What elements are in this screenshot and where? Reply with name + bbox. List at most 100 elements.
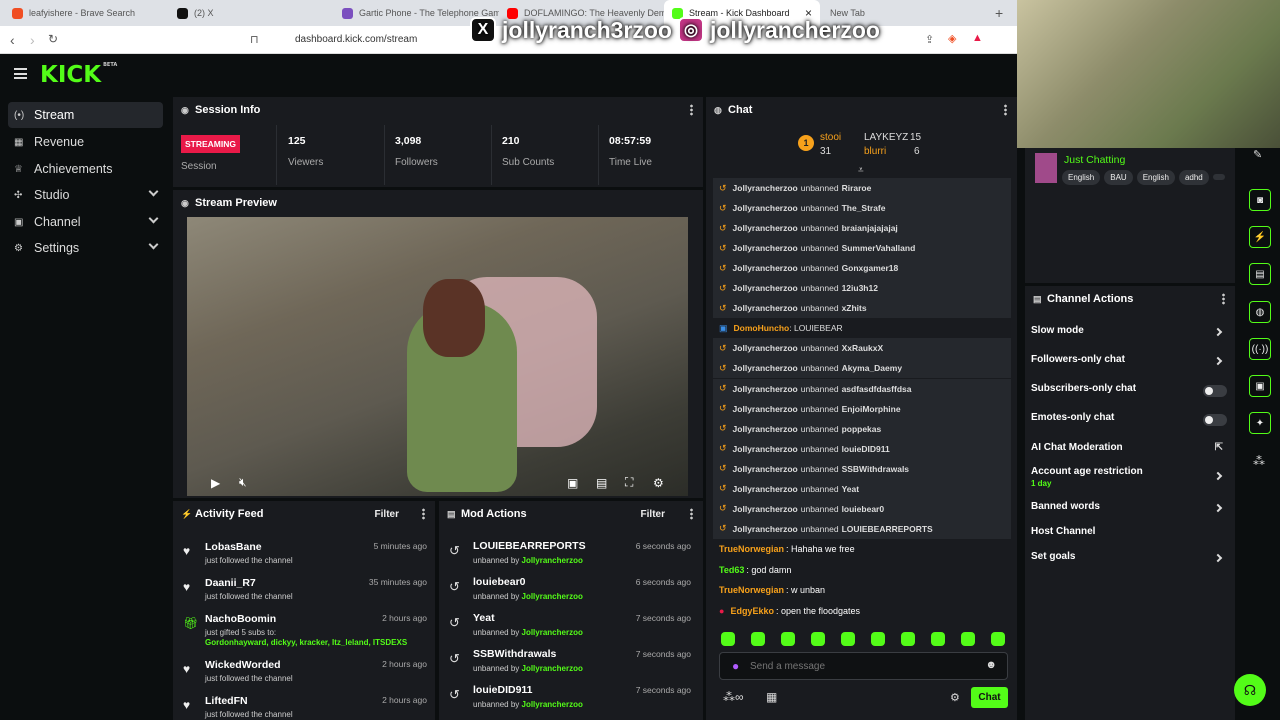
emote-icon[interactable] <box>871 632 885 646</box>
slow-mode-row[interactable]: Slow mode <box>1031 325 1227 345</box>
store-icon[interactable]: ▦ <box>766 690 777 704</box>
theater-icon[interactable]: ▤ <box>596 476 607 490</box>
kebab-menu-icon[interactable] <box>422 508 425 520</box>
feed-user[interactable]: LiftedFN <box>205 695 248 707</box>
mod-target[interactable]: louiebear0 <box>473 576 526 588</box>
play-icon[interactable]: ▶ <box>211 476 220 490</box>
back-icon[interactable]: ‹ <box>10 32 15 48</box>
chat-username[interactable]: Ted63 <box>719 565 744 575</box>
emote-icon[interactable] <box>721 632 735 646</box>
chat-target[interactable]: Akyma_Daemy <box>842 363 902 373</box>
chat-target[interactable]: SummerVahalland <box>842 243 916 253</box>
wrench-icon[interactable]: ✦ <box>1249 412 1271 434</box>
gear-icon[interactable]: ⚙ <box>653 476 664 490</box>
notes-icon[interactable]: ▤ <box>1249 263 1271 285</box>
chat-username[interactable]: TrueNorwegian <box>719 544 784 554</box>
mod-user[interactable]: Jollyrancherzoo <box>522 700 583 709</box>
rewards-icon[interactable]: ▲ <box>972 32 983 44</box>
gift-recipients[interactable]: Gordonhayward, dickyy, kracker, Itz_lela… <box>205 638 407 647</box>
chat-actor[interactable]: Jollyrancherzoo <box>733 343 798 353</box>
kebab-menu-icon[interactable] <box>1222 293 1225 305</box>
chat-actor[interactable]: Jollyrancherzoo <box>733 424 798 434</box>
sidebar-item-studio[interactable]: ✣ Studio <box>8 182 163 208</box>
feed-user[interactable]: LobasBane <box>205 541 262 553</box>
kick-logo[interactable]: KICK BETA <box>40 62 117 88</box>
sidebar-item-channel[interactable]: ▣ Channel <box>8 209 163 235</box>
collapse-chevron-icon[interactable]: ⩡ <box>858 165 864 176</box>
chat-actor[interactable]: Jollyrancherzoo <box>733 283 798 293</box>
chat-actor[interactable]: Jollyrancherzoo <box>733 203 798 213</box>
ai-moderation-row[interactable]: AI Chat Moderation ⇱ <box>1031 442 1227 462</box>
chat-target[interactable]: LOUIEBEARREPORTS <box>842 524 933 534</box>
stream-video[interactable]: ▶ 🔇︎ ▣ ▤ ⛶ ⚙ <box>187 217 688 496</box>
emote-icon[interactable] <box>961 632 975 646</box>
filter-button[interactable]: Filter <box>375 509 399 520</box>
sidebar-item-revenue[interactable]: ▦ Revenue <box>8 129 163 155</box>
mod-user[interactable]: Jollyrancherzoo <box>522 664 583 673</box>
tag[interactable]: BAU <box>1104 170 1133 185</box>
chat-username[interactable]: EdgyEkko <box>730 606 774 616</box>
tag-overflow[interactable] <box>1212 174 1225 180</box>
category-thumbnail[interactable] <box>1035 153 1057 183</box>
chat-username[interactable]: DomoHuncho <box>734 323 790 333</box>
set-goals-row[interactable]: Set goals <box>1031 551 1227 571</box>
brave-shield-icon[interactable]: ◈ <box>948 32 956 45</box>
chat-bubble-icon[interactable]: ◍ <box>1249 301 1271 323</box>
chat-actor[interactable]: Jollyrancherzoo <box>733 484 798 494</box>
tag[interactable]: English <box>1062 170 1101 185</box>
followers-only-row[interactable]: Followers-only chat <box>1031 354 1227 374</box>
forward-icon[interactable]: › <box>30 32 35 48</box>
chat-target[interactable]: poppekas <box>842 424 882 434</box>
chat-actor[interactable]: Jollyrancherzoo <box>733 303 798 313</box>
mod-user[interactable]: Jollyrancherzoo <box>522 556 583 565</box>
subscribers-only-toggle[interactable] <box>1203 385 1227 397</box>
share-icon[interactable]: ⇪ <box>925 33 934 46</box>
emotes-only-toggle[interactable] <box>1203 414 1227 426</box>
chat-target[interactable]: 12iu3h12 <box>842 283 878 293</box>
layout-icon[interactable]: ▣ <box>1249 375 1271 397</box>
browser-tab[interactable]: leafyishere - Brave Search <box>4 0 169 26</box>
emote-icon[interactable] <box>931 632 945 646</box>
gear-icon[interactable]: ⚙ <box>950 691 960 704</box>
leaderboard-user[interactable]: stooi <box>820 132 841 143</box>
chat-target[interactable]: louiebear0 <box>842 504 885 514</box>
chat-actor[interactable]: Jollyrancherzoo <box>733 464 798 474</box>
emote-icon[interactable] <box>811 632 825 646</box>
chat-actor[interactable]: Jollyrancherzoo <box>733 404 798 414</box>
chat-target[interactable]: SSBWithdrawals <box>842 464 909 474</box>
banned-words-row[interactable]: Banned words <box>1031 501 1227 521</box>
chat-actor[interactable]: Jollyrancherzoo <box>733 363 798 373</box>
mod-user[interactable]: Jollyrancherzoo <box>522 628 583 637</box>
chat-target[interactable]: The_Strafe <box>842 203 886 213</box>
apps-icon[interactable]: ⁂ <box>1253 454 1265 468</box>
browser-tab[interactable]: (2) X <box>169 0 334 26</box>
chat-target[interactable]: braianjajajajaj <box>842 223 898 233</box>
mod-target[interactable]: louieDID911 <box>473 684 533 696</box>
emote-icon[interactable] <box>901 632 915 646</box>
chat-actor[interactable]: Jollyrancherzoo <box>733 384 798 394</box>
bookmark-icon[interactable]: ⊓ <box>250 33 259 46</box>
feed-user[interactable]: WickedWorded <box>205 659 281 671</box>
host-channel-row[interactable]: Host Channel <box>1031 526 1227 546</box>
tag[interactable]: English <box>1136 170 1175 185</box>
mod-target[interactable]: LOUIEBEARREPORTS <box>473 540 586 552</box>
chat-target[interactable]: xZhits <box>842 303 867 313</box>
account-age-row[interactable]: Account age restriction 1 day <box>1031 466 1227 492</box>
leaderboard-user[interactable]: blurri <box>864 146 886 157</box>
send-chat-button[interactable]: Chat <box>971 687 1008 708</box>
chat-target[interactable]: Riraroe <box>842 183 872 193</box>
kebab-menu-icon[interactable] <box>690 508 693 520</box>
emote-icon[interactable] <box>841 632 855 646</box>
emote-icon[interactable] <box>991 632 1005 646</box>
pip-icon[interactable]: ▣ <box>567 476 578 490</box>
chat-actor[interactable]: Jollyrancherzoo <box>733 444 798 454</box>
mod-user[interactable]: Jollyrancherzoo <box>522 592 583 601</box>
chat-target[interactable]: asdfasdfdasffdsa <box>842 384 912 394</box>
mod-target[interactable]: Yeat <box>473 612 495 624</box>
chat-target[interactable]: EnjoiMorphine <box>842 404 901 414</box>
leaderboard-user[interactable]: LAYKEYZ <box>864 132 908 143</box>
points-icon[interactable]: ⁂∞ <box>723 690 744 704</box>
category-name[interactable]: Just Chatting <box>1064 154 1125 166</box>
emote-icon[interactable] <box>781 632 795 646</box>
mic-icon[interactable]: ● <box>732 659 739 673</box>
